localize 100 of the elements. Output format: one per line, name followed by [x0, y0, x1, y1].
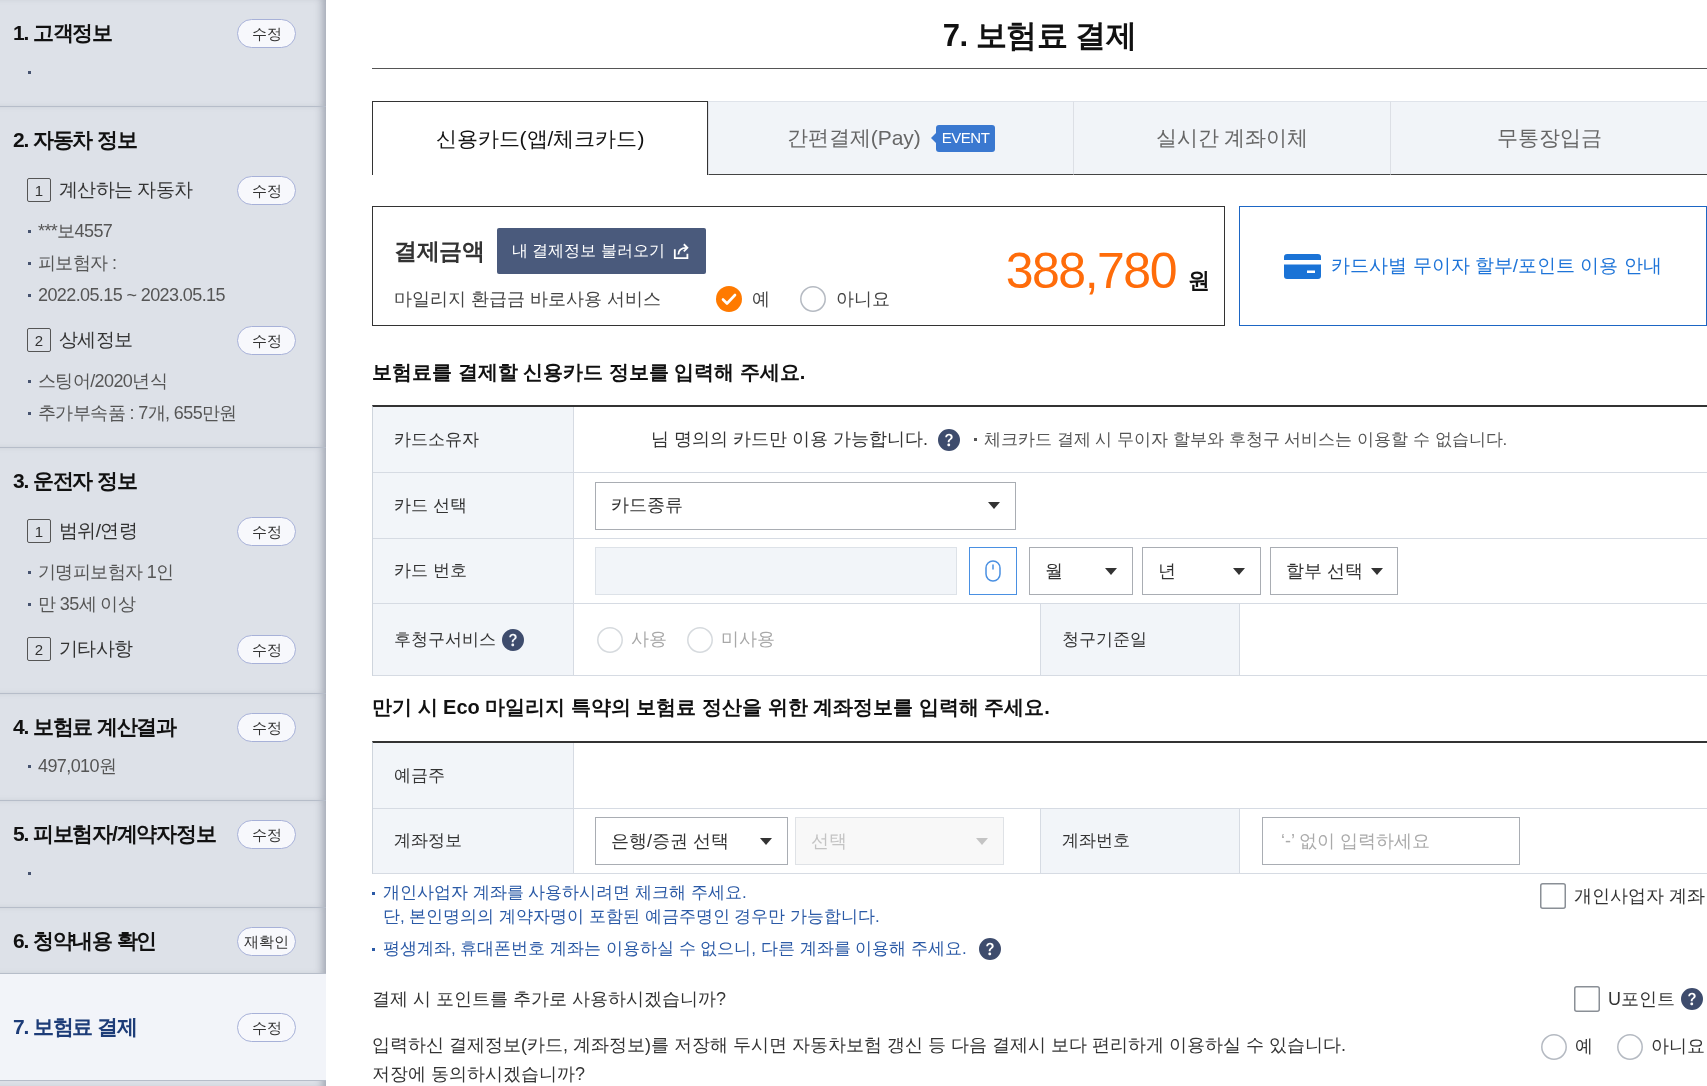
section-title: 1. 고객정보	[13, 20, 112, 47]
section-heading: 만기 시 Eco 마일리지 특약의 보험료 정산을 위한 계좌정보를 입력해 주세요.	[372, 695, 1051, 719]
bullet-icon	[372, 947, 375, 951]
consent-text: 입력하신 결제정보(카드, 계좌정보)를 저장해 두시면 자동차보험 갱신 등 다음 결제시 보다 편리하게 이용하실 수 있습니다.	[372, 1034, 1346, 1057]
summary-text: 만 35세 이상	[38, 592, 136, 616]
owner-notice: 님 명의의 카드만 이용 가능합니다.	[651, 428, 928, 451]
field-label-cell: 청구기준일	[1041, 604, 1240, 675]
field-label: 후청구서비스	[394, 628, 496, 651]
bullet-icon	[372, 891, 375, 895]
field-label-cell: 계좌정보	[373, 809, 574, 873]
edit-button[interactable]: 수정	[237, 712, 296, 742]
section-title: 7. 보험료 결제	[13, 1014, 137, 1041]
summary-text: 기명피보험자 1인	[38, 560, 174, 584]
summary-text: 497,010원	[38, 754, 117, 778]
subsection-title: 범위/연령	[59, 518, 138, 543]
subsection-title: 상세정보	[59, 327, 133, 352]
field-label-cell: 카드소유자	[373, 407, 574, 472]
caret-icon	[988, 502, 1000, 509]
bullet-icon	[28, 764, 31, 768]
edit-button[interactable]: 재확인	[237, 926, 296, 956]
radio-option[interactable]: 아니요	[1617, 1033, 1705, 1060]
account-number-input[interactable]: ‘-’ 없이 입력하세요	[1262, 817, 1520, 865]
payment-tab[interactable]: 무통장입금	[1390, 101, 1707, 175]
notice-text: 평생계좌, 휴대폰번호 계좌는 이용하실 수 없으니, 다른 계좌를 이용해 주세요.	[383, 938, 967, 961]
summary-text: 추가부속품 : 7개, 655만원	[38, 401, 237, 425]
section-title: 4. 보험료 계산결과	[13, 714, 176, 741]
bullet-icon	[28, 229, 31, 233]
consent-text: 저장에 동의하시겠습니까?	[372, 1063, 586, 1086]
bullet-icon	[28, 602, 31, 606]
radio-option[interactable]: 예	[716, 285, 770, 313]
sidebar-section[interactable]: 4. 보험료 계산결과 수정 497,010원	[0, 694, 326, 801]
section-title: 6. 청약내용 확인	[13, 928, 157, 955]
bullet-icon	[28, 871, 31, 875]
edit-button[interactable]: 수정	[237, 18, 296, 48]
section-title: 2. 자동차 정보	[13, 127, 137, 154]
payment-tab[interactable]: 간편결제(Pay) EVENT	[708, 101, 1073, 175]
bullet-icon	[28, 379, 31, 383]
payment-tab[interactable]: 신용카드(앱/체크카드)	[372, 101, 708, 175]
bullet-icon	[28, 570, 31, 574]
step-number: 1	[27, 519, 51, 543]
bullet-icon	[28, 411, 31, 415]
payment-amount: 388,780	[1005, 245, 1176, 296]
section-title: 3. 운전자 정보	[13, 468, 137, 495]
subsection-title: 기타사항	[59, 636, 133, 661]
currency-unit: 원	[1188, 266, 1210, 295]
load-payment-info-button[interactable]: 내 결제정보 불러오기	[497, 228, 706, 274]
notice-text: 단, 본인명의의 계약자명이 포함된 예금주명인 경우만 가능합니다.	[383, 906, 880, 929]
check-card-note: 체크카드 결제 시 무이자 할부와 후청구 서비스는 이용할 수 없습니다.	[984, 428, 1508, 451]
help-icon[interactable]	[978, 938, 1001, 960]
edit-button[interactable]: 수정	[237, 1012, 296, 1042]
box-arrow-icon	[672, 242, 691, 260]
sidebar-section[interactable]: 6. 청약내용 확인 재확인	[0, 908, 326, 974]
bullet-icon	[974, 438, 977, 441]
points-question: 결제 시 포인트를 추가로 사용하시겠습니까?	[372, 987, 726, 1011]
summary-text: 스팅어/2020년식	[38, 369, 168, 393]
subsection-title: 계산하는 자동차	[59, 177, 193, 202]
help-icon[interactable]	[938, 428, 960, 451]
help-icon[interactable]	[1681, 988, 1703, 1010]
field-label-cell: 카드 선택	[373, 473, 574, 538]
payment-tab[interactable]: 실시간 계좌이체	[1073, 101, 1390, 175]
edit-button[interactable]: 수정	[237, 325, 296, 355]
field-label-cell: 계좌번호	[1041, 809, 1240, 873]
year-dropdown[interactable]: 년	[1142, 547, 1261, 595]
section-title: 5. 피보험자/계약자정보	[13, 821, 216, 848]
field-label-cell: 카드 번호	[373, 539, 574, 603]
sidebar-section[interactable]: 2. 자동차 정보 1 계산하는 자동차 수정 ***보4557 피보험자 : 2022.05.15 ~ 2023.05.15 2 상세정보 수정 스팅어/2020년식 추가부속품 : 7개, 655만원	[0, 107, 326, 448]
amount-label: 결제금액	[394, 236, 484, 266]
caret-icon	[976, 837, 988, 845]
step-number: 2	[27, 637, 51, 661]
radio-option[interactable]: 예	[1541, 1033, 1593, 1060]
notice-text: 개인사업자 계좌를 사용하시려면 체크해 주세요.	[383, 882, 747, 905]
edit-button[interactable]: 수정	[237, 175, 296, 205]
card-guide-link[interactable]: 카드사별 무이자 할부/포인트 이용 안내	[1239, 206, 1707, 326]
installment-dropdown[interactable]: 할부 선택	[1270, 547, 1398, 595]
edit-button[interactable]: 수정	[237, 516, 296, 546]
caret-icon	[760, 837, 772, 845]
edit-button[interactable]: 수정	[237, 819, 296, 849]
bullet-icon	[28, 293, 31, 297]
summary-text: 피보험자 :	[38, 251, 117, 275]
card-number-input[interactable]	[595, 547, 957, 595]
checkbox-option[interactable]: U포인트	[1574, 985, 1675, 1013]
caret-icon	[1371, 567, 1383, 575]
summary-text: 2022.05.15 ~ 2023.05.15	[38, 283, 225, 307]
step-number: 1	[27, 178, 51, 202]
month-dropdown[interactable]: 월	[1029, 547, 1133, 595]
sidebar-section[interactable]: 3. 운전자 정보 1 범위/연령 수정 기명피보험자 1인 만 35세 이상 2 기타사항 수정	[0, 448, 326, 694]
radio-option[interactable]: 아니요	[800, 285, 890, 313]
step-number: 2	[27, 328, 51, 352]
mouse-button[interactable]	[969, 547, 1017, 595]
sidebar-section[interactable]: 5. 피보험자/계약자정보 수정	[0, 801, 326, 908]
checkbox-option[interactable]: 개인사업자 계좌	[1540, 883, 1707, 909]
bank-dropdown[interactable]: 은행/증권 선택	[595, 817, 788, 865]
section-heading: 보험료를 결제할 신용카드 정보를 입력해 주세요.	[372, 360, 807, 384]
edit-button[interactable]: 수정	[237, 634, 296, 664]
sidebar-section[interactable]: 7. 보험료 결제 수정	[0, 974, 326, 1081]
summary-text: ***보4557	[38, 219, 113, 243]
bullet-icon	[28, 261, 31, 265]
card-type-dropdown[interactable]: 카드종류	[595, 481, 1016, 530]
credit-card-icon	[1284, 253, 1322, 279]
help-icon[interactable]	[502, 628, 524, 651]
